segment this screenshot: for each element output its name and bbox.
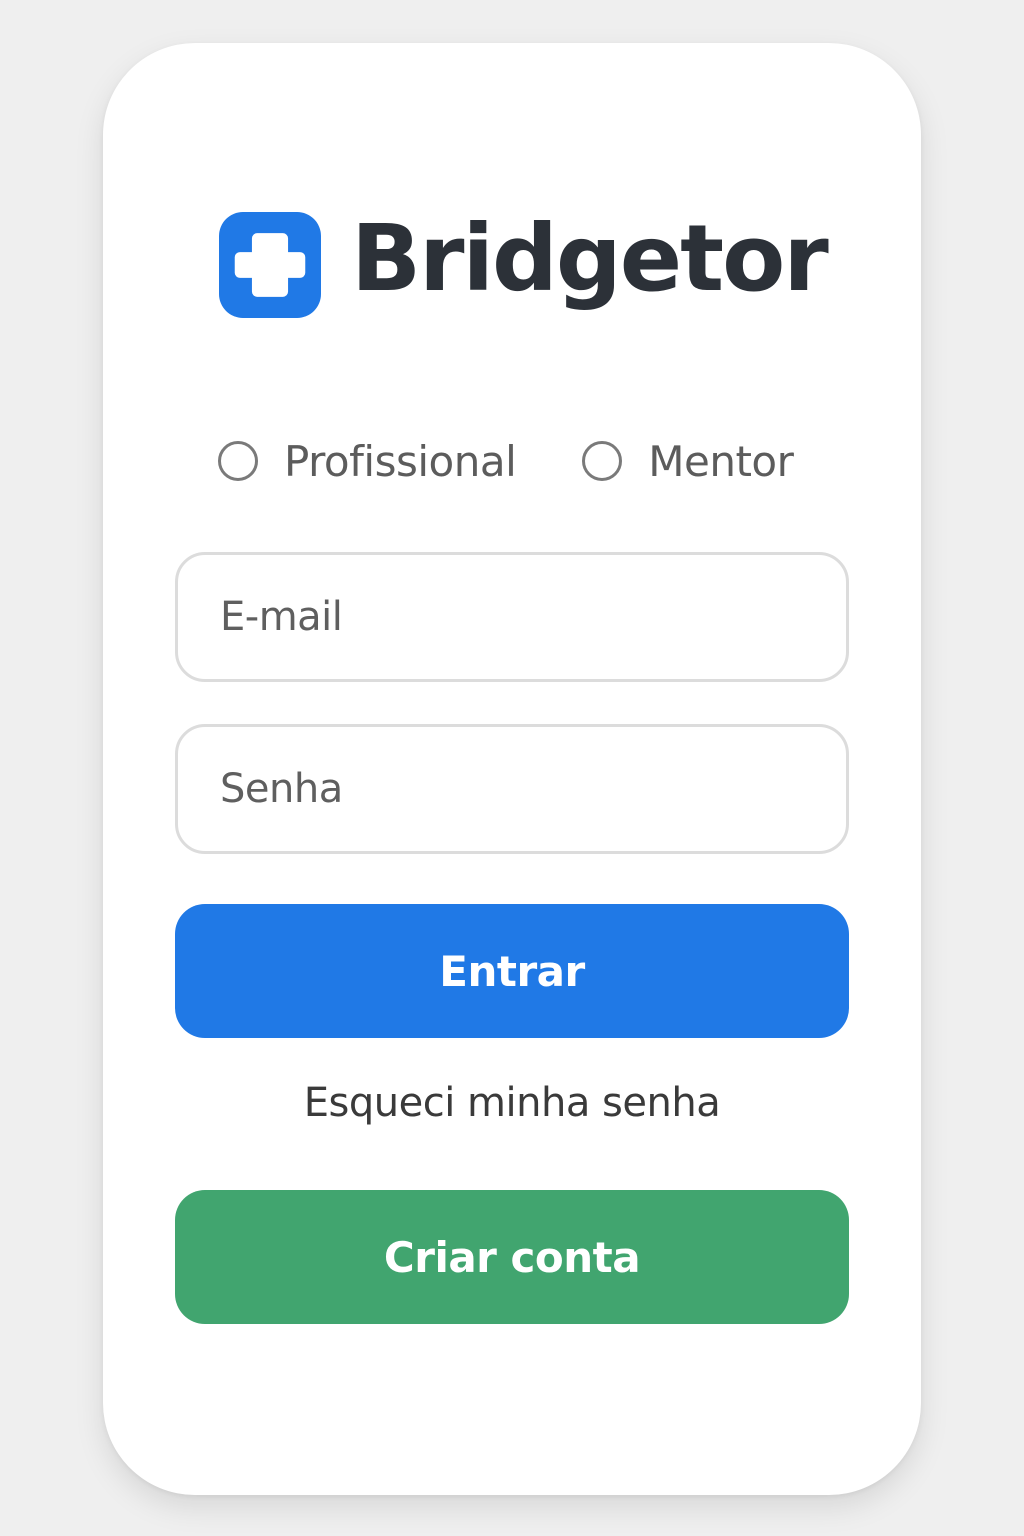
password-field-container: [175, 724, 849, 854]
role-selector: Profissional Mentor: [218, 436, 794, 486]
radio-button-profissional[interactable]: [218, 441, 258, 481]
role-label-mentor: Mentor: [648, 436, 794, 486]
radio-button-mentor[interactable]: [582, 441, 623, 481]
email-field-container: [175, 552, 849, 682]
password-field[interactable]: [218, 765, 846, 813]
role-option-mentor[interactable]: Mentor: [582, 436, 794, 486]
role-option-profissional[interactable]: Profissional: [218, 436, 517, 486]
medical-cross-icon: [219, 212, 321, 318]
role-label-profissional: Profissional: [284, 436, 517, 486]
create-account-button[interactable]: Criar conta: [175, 1190, 849, 1324]
email-field[interactable]: [218, 593, 846, 641]
forgot-password-link[interactable]: Esqueci minha senha: [175, 1080, 849, 1126]
brand-name: Bridgetor: [351, 205, 829, 312]
brand-logo: Bridgetor: [219, 206, 829, 318]
login-button[interactable]: Entrar: [175, 904, 849, 1038]
